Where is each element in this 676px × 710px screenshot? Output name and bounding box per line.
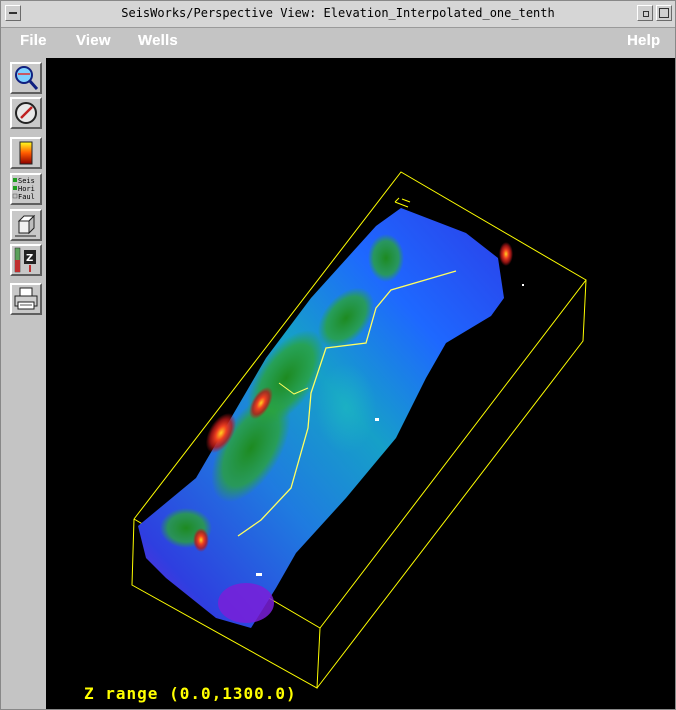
z-label: Z [26,253,33,264]
window-title: SeisWorks/Perspective View: Elevation_In… [121,6,555,20]
z-range-label: Z range (0.0,1300.0) [84,684,297,703]
printer-icon [14,287,38,310]
print-button[interactable] [10,283,42,315]
rotate-button[interactable] [10,97,42,129]
cube-button[interactable] [10,209,42,241]
menu-view[interactable]: View [76,32,111,49]
colorbar-button[interactable] [10,137,42,169]
maximize-button[interactable] [656,5,672,21]
elevation-surface [138,208,524,628]
z-scale-button[interactable]: Z [10,244,42,276]
z-scale-icon: Z [14,247,36,273]
menu-help[interactable]: Help [627,32,660,49]
minimize-icon [643,11,649,17]
perspective-viewport[interactable]: Z range (0.0,1300.0) [46,58,675,709]
layer-seis-label: Seis [18,177,35,185]
title-bar[interactable]: SeisWorks/Perspective View: Elevation_In… [1,1,675,28]
menu-bar: File View Wells Help [1,28,675,56]
menu-file[interactable]: File [20,32,47,49]
cube-icon [15,214,36,237]
layer-faul-label: Faul [18,193,35,201]
north-arrow-icon [394,197,411,208]
colorbar-icon [19,141,33,165]
perspective-view-window: SeisWorks/Perspective View: Elevation_In… [0,0,676,710]
perspective-scene [131,171,587,689]
layer-hori-label: Hori [18,185,35,193]
layers-icon: Seis Hori Faul [12,177,35,201]
minimize-button[interactable] [637,5,653,21]
gauge-icon [15,102,37,124]
magnifier-icon [15,66,39,90]
menu-wells[interactable]: Wells [138,32,178,49]
maximize-icon [659,8,669,18]
zoom-button[interactable] [10,62,42,94]
layers-button[interactable]: Seis Hori Faul [10,173,42,205]
tool-palette: Seis Hori Faul Z [1,57,45,709]
